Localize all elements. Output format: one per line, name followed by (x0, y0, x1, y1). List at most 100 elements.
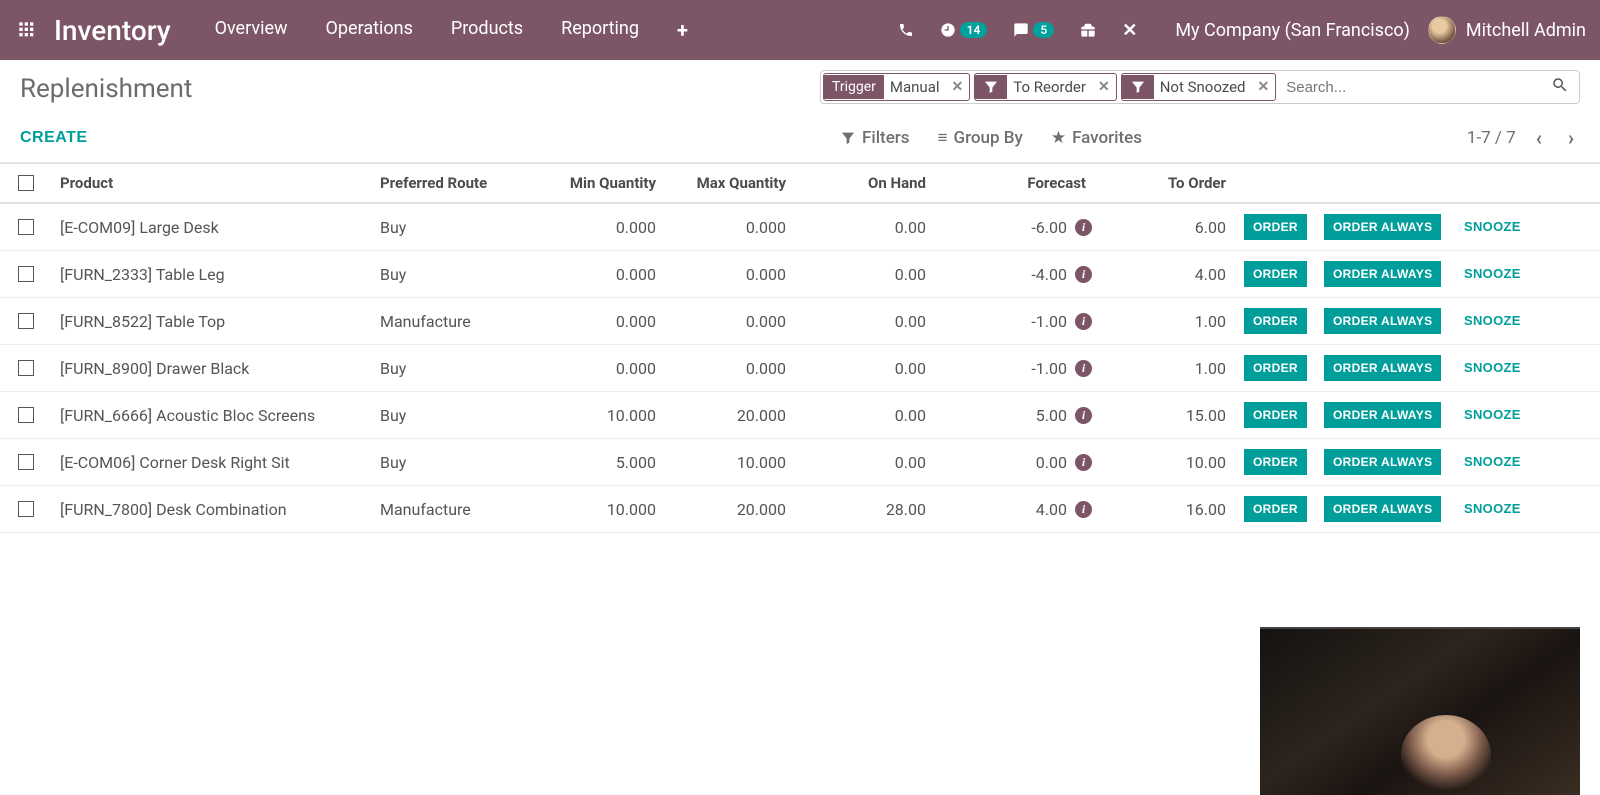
cell-product[interactable]: [FURN_6666] Acoustic Bloc Screens (60, 406, 380, 425)
snooze-button[interactable]: SNOOZE (1464, 407, 1521, 422)
phone-icon[interactable] (898, 22, 914, 38)
order-always-button[interactable]: ORDER ALWAYS (1324, 402, 1441, 428)
new-icon[interactable]: + (663, 12, 702, 48)
app-brand[interactable]: Inventory (44, 14, 201, 47)
search-input[interactable] (1278, 79, 1541, 96)
table-row[interactable]: [FURN_8522] Table TopManufacture0.0000.0… (0, 298, 1600, 345)
col-forecast[interactable]: Forecast (940, 174, 1100, 192)
search-icon[interactable] (1541, 76, 1579, 99)
groupby-button[interactable]: ≡Group By (938, 128, 1023, 148)
cell-forecast[interactable]: -4.00i (940, 265, 1100, 284)
table-row[interactable]: [FURN_7800] Desk CombinationManufacture1… (0, 486, 1600, 533)
snooze-button[interactable]: SNOOZE (1464, 313, 1521, 328)
table-row[interactable]: [E-COM09] Large DeskBuy0.0000.0000.00-6.… (0, 204, 1600, 251)
user-menu[interactable]: Mitchell Admin (1428, 16, 1586, 44)
col-product[interactable]: Product (60, 174, 380, 192)
snooze-button[interactable]: SNOOZE (1464, 219, 1521, 234)
row-checkbox[interactable] (18, 501, 34, 517)
info-icon[interactable]: i (1075, 266, 1092, 283)
cell-product[interactable]: [E-COM06] Corner Desk Right Sit (60, 453, 380, 472)
cell-product[interactable]: [FURN_8522] Table Top (60, 312, 380, 331)
favorites-button[interactable]: ★Favorites (1051, 128, 1142, 148)
table-row[interactable]: [FURN_6666] Acoustic Bloc ScreensBuy10.0… (0, 392, 1600, 439)
order-always-button[interactable]: ORDER ALWAYS (1324, 308, 1441, 334)
info-icon[interactable]: i (1075, 454, 1092, 471)
table-row[interactable]: [E-COM06] Corner Desk Right SitBuy5.0001… (0, 439, 1600, 486)
row-checkbox[interactable] (18, 454, 34, 470)
cell-onhand[interactable]: 0.00 (800, 265, 940, 284)
order-button[interactable]: ORDER (1244, 449, 1307, 475)
cell-route[interactable]: Manufacture (380, 500, 540, 519)
cell-route[interactable]: Manufacture (380, 312, 540, 331)
company-selector[interactable]: My Company (San Francisco) (1157, 20, 1428, 41)
order-button[interactable]: ORDER (1244, 214, 1307, 240)
order-button[interactable]: ORDER (1244, 496, 1307, 522)
create-button[interactable]: CREATE (20, 129, 88, 147)
cell-toorder[interactable]: 16.00 (1100, 500, 1240, 519)
info-icon[interactable]: i (1075, 219, 1092, 236)
snooze-button[interactable]: SNOOZE (1464, 454, 1521, 469)
cell-toorder[interactable]: 15.00 (1100, 406, 1240, 425)
cell-onhand[interactable]: 0.00 (800, 406, 940, 425)
activities-icon[interactable]: 14 (940, 22, 988, 38)
cell-max[interactable]: 0.000 (670, 265, 800, 284)
order-button[interactable]: ORDER (1244, 308, 1307, 334)
cell-forecast[interactable]: -1.00i (940, 359, 1100, 378)
info-icon[interactable]: i (1075, 407, 1092, 424)
cell-min[interactable]: 10.000 (540, 500, 670, 519)
cell-product[interactable]: [FURN_2333] Table Leg (60, 265, 380, 284)
pager-next[interactable]: › (1562, 126, 1580, 150)
cell-min[interactable]: 10.000 (540, 406, 670, 425)
cell-product[interactable]: [FURN_7800] Desk Combination (60, 500, 380, 519)
cell-forecast[interactable]: -1.00i (940, 312, 1100, 331)
cell-onhand[interactable]: 0.00 (800, 359, 940, 378)
pager-prev[interactable]: ‹ (1530, 126, 1548, 150)
facet-to-reorder-remove[interactable]: ✕ (1092, 79, 1116, 95)
cell-max[interactable]: 0.000 (670, 218, 800, 237)
cell-toorder[interactable]: 4.00 (1100, 265, 1240, 284)
cell-route[interactable]: Buy (380, 218, 540, 237)
nav-products[interactable]: Products (437, 12, 537, 48)
cell-route[interactable]: Buy (380, 453, 540, 472)
cell-max[interactable]: 10.000 (670, 453, 800, 472)
order-always-button[interactable]: ORDER ALWAYS (1324, 355, 1441, 381)
cell-min[interactable]: 5.000 (540, 453, 670, 472)
cell-forecast[interactable]: 0.00i (940, 453, 1100, 472)
cell-route[interactable]: Buy (380, 265, 540, 284)
snooze-button[interactable]: SNOOZE (1464, 360, 1521, 375)
close-icon[interactable]: ✕ (1122, 20, 1137, 41)
cell-toorder[interactable]: 1.00 (1100, 359, 1240, 378)
order-always-button[interactable]: ORDER ALWAYS (1324, 496, 1441, 522)
cell-onhand[interactable]: 0.00 (800, 453, 940, 472)
nav-overview[interactable]: Overview (201, 12, 302, 48)
cell-route[interactable]: Buy (380, 359, 540, 378)
row-checkbox[interactable] (18, 407, 34, 423)
col-max[interactable]: Max Quantity (670, 174, 800, 192)
row-checkbox[interactable] (18, 266, 34, 282)
col-route[interactable]: Preferred Route (380, 174, 540, 192)
nav-operations[interactable]: Operations (312, 12, 427, 48)
cell-toorder[interactable]: 10.00 (1100, 453, 1240, 472)
cell-forecast[interactable]: 5.00i (940, 406, 1100, 425)
cell-min[interactable]: 0.000 (540, 359, 670, 378)
col-toorder[interactable]: To Order (1100, 174, 1240, 192)
messages-icon[interactable]: 5 (1013, 22, 1054, 38)
cell-toorder[interactable]: 1.00 (1100, 312, 1240, 331)
cell-min[interactable]: 0.000 (540, 312, 670, 331)
order-always-button[interactable]: ORDER ALWAYS (1324, 261, 1441, 287)
cell-max[interactable]: 20.000 (670, 500, 800, 519)
cell-product[interactable]: [FURN_8900] Drawer Black (60, 359, 380, 378)
order-always-button[interactable]: ORDER ALWAYS (1324, 214, 1441, 240)
cell-forecast[interactable]: -6.00i (940, 218, 1100, 237)
snooze-button[interactable]: SNOOZE (1464, 266, 1521, 281)
cell-max[interactable]: 0.000 (670, 359, 800, 378)
col-onhand[interactable]: On Hand (800, 174, 940, 192)
select-all-checkbox[interactable] (18, 175, 34, 191)
row-checkbox[interactable] (18, 313, 34, 329)
cell-toorder[interactable]: 6.00 (1100, 218, 1240, 237)
cell-min[interactable]: 0.000 (540, 265, 670, 284)
filters-button[interactable]: Filters (840, 128, 910, 148)
info-icon[interactable]: i (1075, 360, 1092, 377)
table-row[interactable]: [FURN_2333] Table LegBuy0.0000.0000.00-4… (0, 251, 1600, 298)
cell-route[interactable]: Buy (380, 406, 540, 425)
